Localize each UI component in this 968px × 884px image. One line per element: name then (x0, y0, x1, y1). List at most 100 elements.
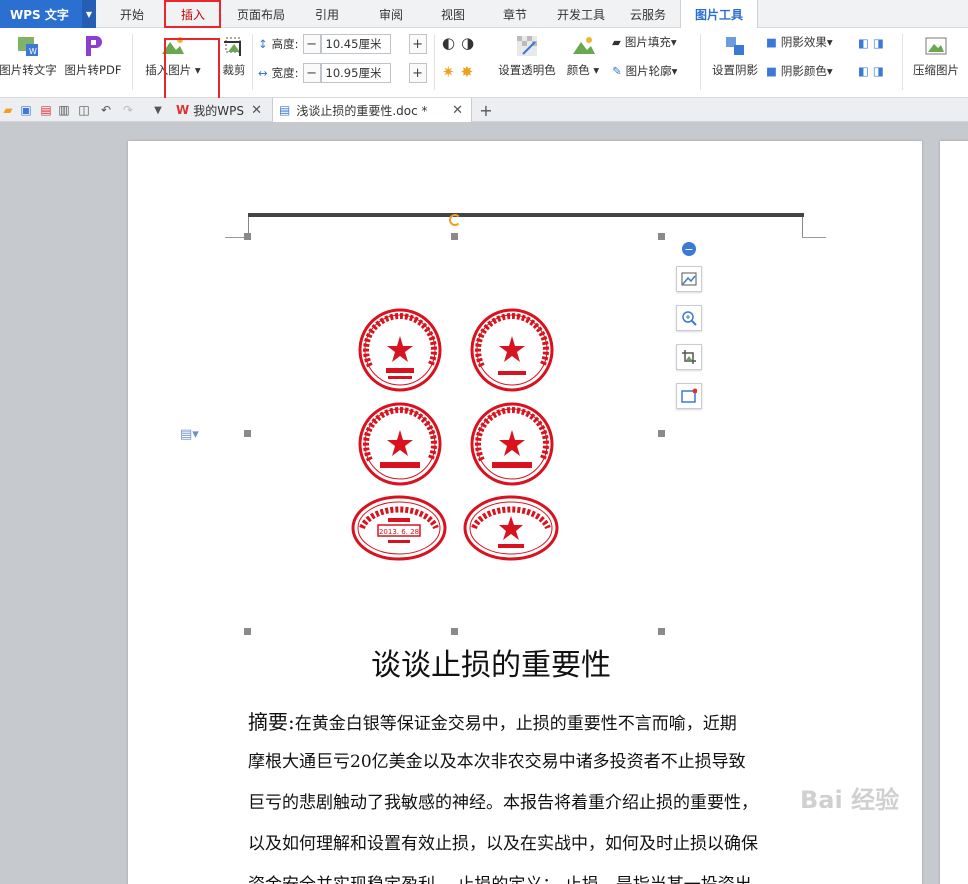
tab-references[interactable]: 引用 (300, 0, 354, 28)
next-page-edge (940, 141, 968, 884)
compress-picture-button[interactable]: 压缩图片 (906, 34, 966, 78)
redo-icon[interactable]: ↷ (120, 102, 136, 118)
doc-tab-current[interactable]: ▤ 浅谈止损的重要性.doc * ✕ (272, 98, 472, 122)
tab-cloud[interactable]: 云服务 (620, 0, 676, 28)
brightness-decrease-icon[interactable]: ✸ (461, 63, 474, 81)
shadow-color-button[interactable]: ■ 阴影颜色 ▾ (766, 63, 833, 79)
rotate-handle-icon[interactable] (449, 214, 461, 226)
width-decrease-button[interactable]: − (302, 63, 321, 83)
height-icon: ↕ (258, 37, 268, 51)
close-icon[interactable]: ✕ (251, 103, 262, 118)
body-line-5: 资金安全并实现稳定盈利。 止损的定义： 止损，是指当某一投资出 (248, 870, 808, 884)
print-preview-icon[interactable]: ◫ (76, 102, 92, 118)
set-shadow-button[interactable]: 设置阴影 (706, 34, 764, 78)
open-folder-icon[interactable]: ▰ (0, 102, 16, 118)
seal-stamp-round-3 (358, 402, 442, 486)
shadow-icon (726, 37, 744, 55)
tab-picture-tools[interactable]: 图片工具 (680, 0, 758, 29)
picture-fill-button[interactable]: ▰ 图片填充 ▾ (612, 34, 677, 50)
seal-stamp-round-4 (470, 402, 554, 486)
compress-icon (925, 37, 947, 55)
document-title: 谈谈止损的重要性 (371, 648, 611, 683)
image-frame-icon[interactable] (676, 383, 702, 409)
brightness-buttons: ✷ ✸ (442, 63, 473, 81)
save-icon[interactable]: ▣ (18, 102, 34, 118)
picture-outline-button[interactable]: ✎ 图片轮廓 ▾ (612, 63, 677, 79)
tab-view[interactable]: 视图 (426, 0, 480, 28)
resize-handle[interactable] (244, 430, 251, 437)
color-picture-icon (573, 37, 595, 54)
nudge-up-right-icon[interactable]: ◨ (873, 36, 884, 50)
tab-review[interactable]: 审阅 (364, 0, 418, 28)
tab-home[interactable]: 开始 (106, 0, 158, 28)
abstract-line-1: 摘要:在黄金白银等保证金交易中，止损的重要性不言而喻，近期 (248, 710, 737, 734)
resize-handle[interactable] (658, 628, 665, 635)
contrast-increase-icon[interactable]: ◐ (442, 34, 455, 52)
shadow-nudge-up-buttons: ◧ ◨ (858, 36, 884, 50)
shadow-effect-button[interactable]: ■ 阴影效果 ▾ (766, 34, 833, 50)
seal-stamp-oval-1: 2013. 6. 28 (351, 495, 447, 561)
tab-developer[interactable]: 开发工具 (550, 0, 612, 28)
resize-handle[interactable] (244, 233, 251, 240)
contrast-decrease-icon[interactable]: ◑ (461, 34, 474, 52)
resize-handle[interactable] (658, 233, 665, 240)
header-rule (248, 213, 804, 217)
seal-stamp-round-2 (470, 308, 554, 392)
abstract-label: 摘要: (248, 710, 295, 734)
color-button[interactable]: 颜色 ▾ (562, 34, 604, 78)
paragraph-layout-icon[interactable]: ▤▾ (180, 427, 199, 442)
crop-tool-icon[interactable] (676, 344, 702, 370)
export-pdf-icon[interactable]: ▤ (38, 102, 54, 118)
tab-page-layout[interactable]: 页面布局 (226, 0, 296, 28)
seal-stamp-round-1 (358, 308, 442, 392)
pic-to-pdf-button[interactable]: 图片转PDF (62, 34, 124, 78)
fill-bucket-icon: ▰ (612, 35, 621, 49)
width-icon: ↔ (258, 66, 268, 80)
height-increase-button[interactable]: + (408, 34, 427, 54)
close-icon[interactable]: ✕ (452, 103, 463, 118)
nudge-down-left-icon[interactable]: ◧ (858, 64, 869, 78)
wps-logo-icon: W (176, 103, 190, 117)
seal-stamp-oval-2 (463, 495, 559, 561)
body-line-4: 以及如何理解和设置有效止损，以及在实战中，如何及时止损以确保 (248, 834, 758, 854)
doc-tab-my-wps[interactable]: W 我的WPS ✕ (170, 98, 270, 122)
shadow-effect-icon: ■ (766, 35, 777, 49)
resize-handle[interactable] (451, 233, 458, 240)
resize-handle[interactable] (658, 430, 665, 437)
height-label: 高度: (271, 37, 299, 51)
width-input[interactable]: 10.95厘米 (320, 63, 391, 83)
document-icon: ▤ (279, 103, 291, 117)
nudge-down-right-icon[interactable]: ◨ (873, 64, 884, 78)
print-icon[interactable]: ▥ (56, 102, 72, 118)
customize-quick-access-icon[interactable]: ▼ (150, 102, 166, 118)
image-text-icon: W (18, 37, 38, 56)
nudge-up-left-icon[interactable]: ◧ (858, 36, 869, 50)
brightness-increase-icon[interactable]: ✷ (442, 63, 455, 81)
width-increase-button[interactable]: + (408, 63, 427, 83)
zoom-in-icon[interactable] (676, 305, 702, 331)
height-row: ↕ 高度: − 10.45厘米 + (258, 34, 427, 54)
set-transparent-button[interactable]: 设置透明色 (494, 34, 560, 78)
pdf-icon (86, 36, 102, 56)
layout-options-icon[interactable] (676, 266, 702, 292)
contrast-buttons: ◐ ◑ (442, 34, 474, 52)
tab-chapter[interactable]: 章节 (488, 0, 542, 28)
undo-icon[interactable]: ↶ (98, 102, 114, 118)
resize-handle[interactable] (244, 628, 251, 635)
collapse-toolbar-icon[interactable]: − (682, 242, 696, 256)
crop-button[interactable]: 裁剪 (218, 34, 250, 78)
resize-handle[interactable] (451, 628, 458, 635)
height-input[interactable]: 10.45厘米 (320, 34, 391, 54)
svg-text:W: W (29, 47, 37, 56)
width-label: 宽度: (271, 66, 299, 80)
height-decrease-button[interactable]: − (302, 34, 321, 54)
pic-to-text-button[interactable]: W 图片转文字 (0, 34, 57, 78)
margin-corner-right (802, 237, 826, 238)
chevron-down-icon[interactable]: ▼ (82, 0, 96, 28)
new-tab-plus-icon[interactable]: + (478, 101, 494, 120)
quick-access-bar: ▰ ▣ ▤ ▥ ◫ ↶ ↷ ▼ W 我的WPS ✕ ▤ 浅谈止损的重要性.doc… (0, 98, 968, 122)
seal-date-text: 2013. 6. 28 (379, 528, 419, 536)
highlight-box-insert-picture (164, 38, 220, 102)
app-menu-button[interactable]: WPS 文字 ▼ (0, 0, 96, 28)
crop-icon (224, 37, 241, 56)
